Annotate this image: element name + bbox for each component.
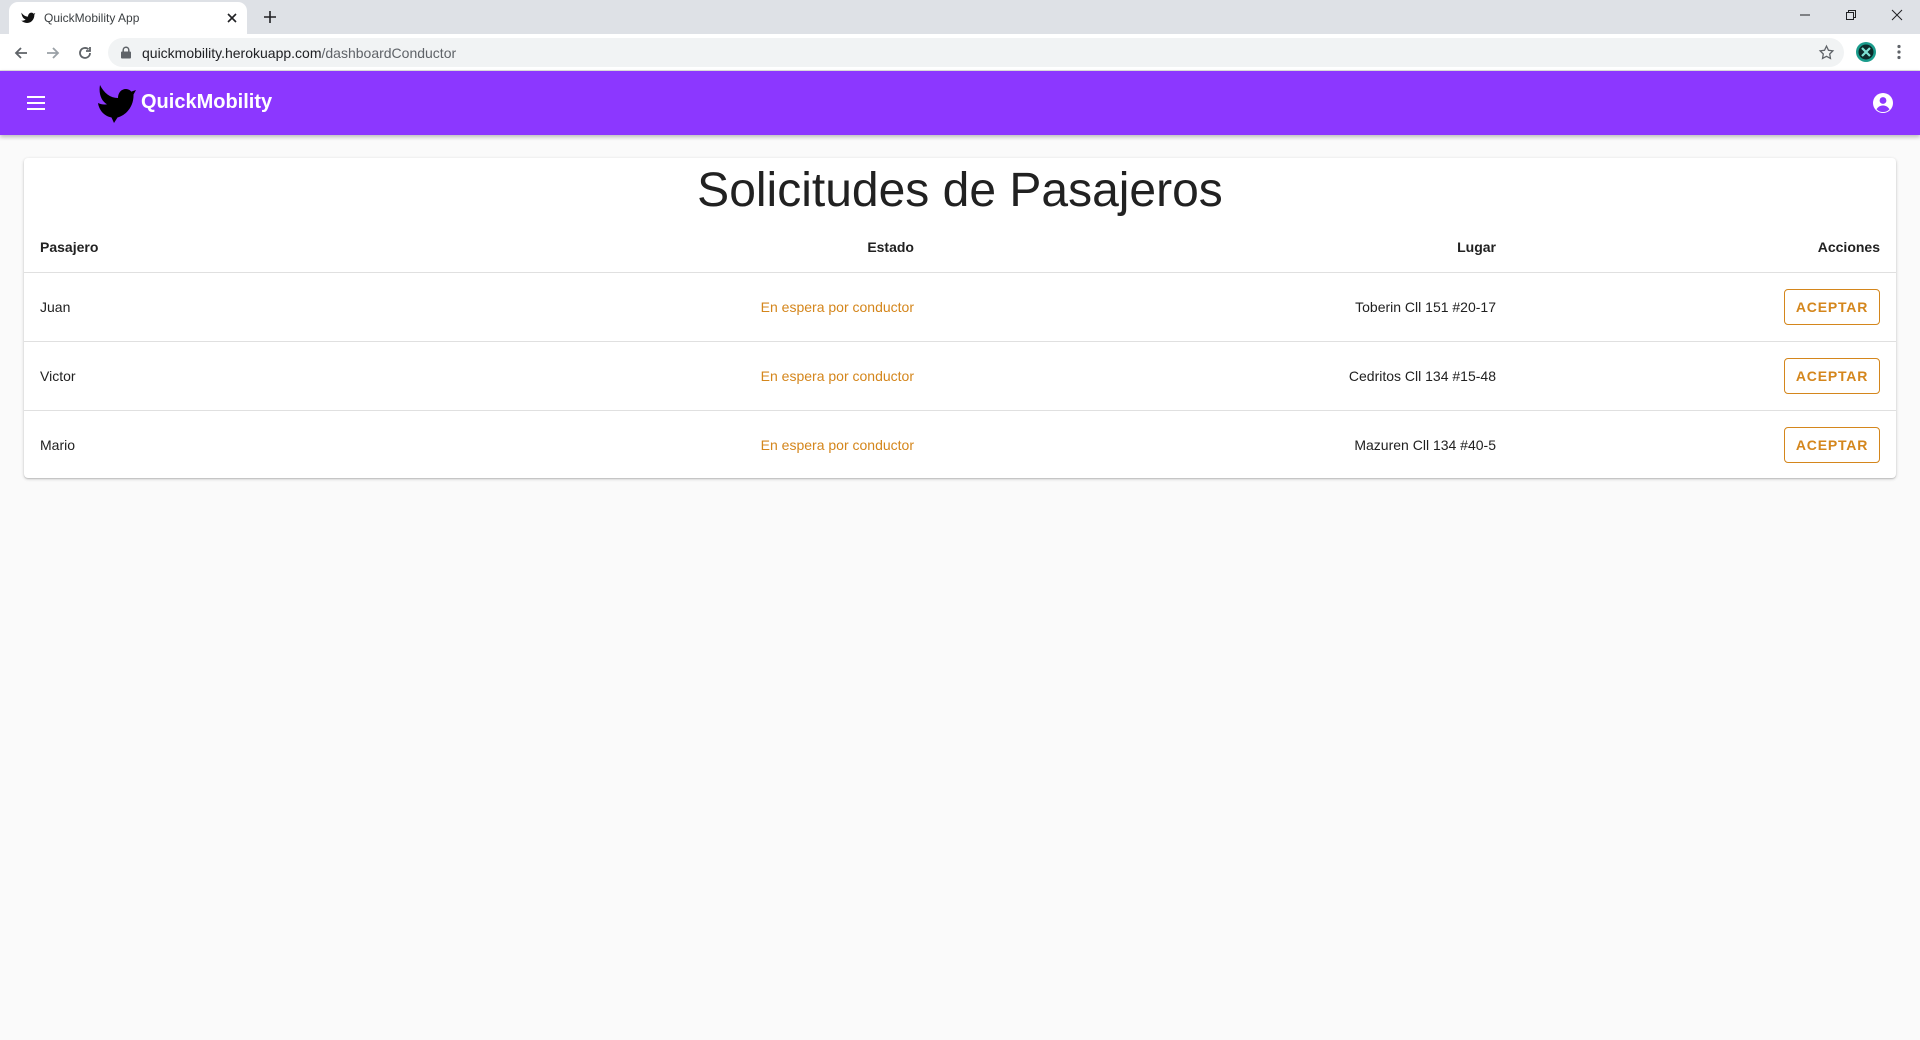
accept-button[interactable]: ACEPTAR (1784, 357, 1880, 394)
column-header-pasajero: Pasajero (24, 222, 464, 273)
browser-toolbar: quickmobility.herokuapp.com/dashboardCon… (0, 34, 1920, 71)
browser-tab[interactable]: QuickMobility App (9, 2, 247, 34)
url-host: quickmobility.herokuapp.com (142, 45, 322, 61)
location-text: Cedritos Cll 134 #15-48 (914, 341, 1496, 411)
browser-tab-strip: QuickMobility App (0, 0, 1920, 34)
status-text: En espera por conductor (464, 341, 914, 411)
location-text: Mazuren Cll 134 #40-5 (1354, 436, 1496, 453)
accept-button[interactable]: ACEPTAR (1784, 426, 1880, 463)
table-row: Mario En espera por conductor Mazuren Cl… (24, 410, 1896, 479)
bookmark-star-icon[interactable] (1818, 44, 1835, 61)
page-title: Solicitudes de Pasajeros (697, 164, 1223, 217)
new-tab-icon[interactable] (260, 7, 280, 27)
account-circle-icon[interactable] (1871, 91, 1895, 115)
requests-card: Solicitudes de Pasajeros Pasajero Estado… (24, 158, 1896, 478)
tab-title: QuickMobility App (44, 11, 140, 25)
browser-menu-icon[interactable] (1890, 43, 1908, 61)
menu-icon[interactable] (24, 91, 48, 115)
column-header-estado: Estado (464, 222, 914, 273)
table-row: Victor En espera por conductor Cedritos … (24, 341, 1896, 411)
actions-cell: ACEPTAR (1496, 410, 1896, 479)
address-bar[interactable]: quickmobility.herokuapp.com/dashboardCon… (108, 38, 1844, 67)
back-arrow-icon[interactable] (9, 41, 33, 65)
column-header-lugar: Lugar (914, 222, 1496, 273)
location-text: Toberin Cll 151 #20-17 (914, 272, 1496, 342)
actions-cell: ACEPTAR (1496, 341, 1896, 411)
url-path: /dashboardConductor (321, 45, 457, 61)
actions-cell: ACEPTAR (1496, 272, 1896, 342)
passenger-name: Juan (24, 272, 464, 342)
status-text: En espera por conductor (464, 272, 914, 342)
table-header-row: Pasajero Estado Lugar Acciones (24, 222, 1896, 273)
restore-window-icon[interactable] (1828, 0, 1874, 30)
forward-arrow-icon[interactable] (41, 41, 65, 65)
extension-icon[interactable] (1855, 41, 1877, 63)
column-header-acciones: Acciones (1496, 222, 1896, 273)
reload-icon[interactable] (73, 41, 97, 65)
table-row: Juan En espera por conductor Toberin Cll… (24, 272, 1896, 342)
minimize-window-icon[interactable] (1782, 0, 1828, 30)
status-text: En espera por conductor (760, 436, 914, 453)
bird-favicon-icon (21, 12, 36, 23)
lock-icon (121, 46, 131, 59)
app-bar: QuickMobility (0, 71, 1920, 135)
close-tab-icon[interactable] (223, 9, 241, 27)
app-brand[interactable]: QuickMobility (141, 91, 272, 114)
url-text: quickmobility.herokuapp.com/dashboardCon… (142, 45, 456, 61)
passenger-name: Mario (40, 436, 76, 453)
passenger-name: Victor (24, 341, 464, 411)
accept-button[interactable]: ACEPTAR (1784, 288, 1880, 325)
close-window-icon[interactable] (1874, 0, 1920, 30)
bird-logo-icon (98, 85, 136, 123)
requests-table: Pasajero Estado Lugar Acciones Juan En e… (24, 222, 1896, 479)
